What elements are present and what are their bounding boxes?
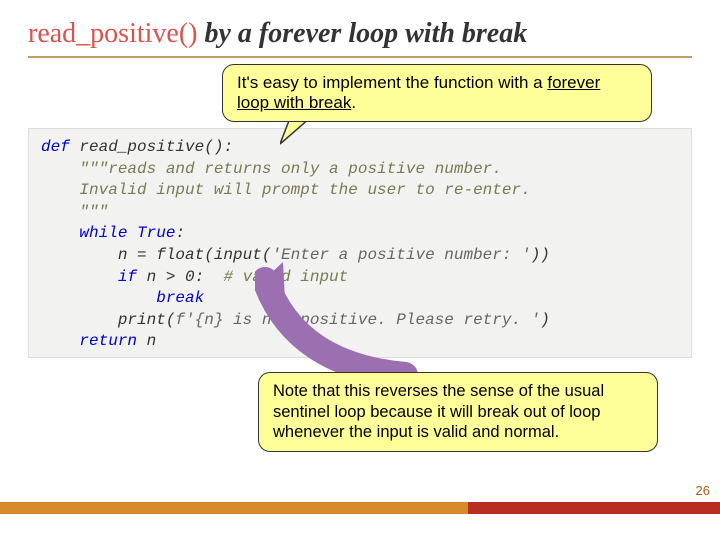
callout-top-tail: . (351, 93, 356, 112)
callout-bottom-text: Note that this reverses the sense of the… (273, 382, 604, 441)
title-underline (28, 56, 692, 58)
slide-title: read_positive() by a forever loop with b… (28, 18, 692, 50)
title-function-name: read_positive() (28, 18, 198, 49)
callout-top-text: It's easy to implement the function with… (237, 73, 547, 92)
callout-bottom: Note that this reverses the sense of the… (258, 372, 658, 452)
pointer-arrow-icon (255, 260, 435, 385)
title-suffix: by a forever loop with break (198, 18, 528, 49)
page-number: 26 (696, 483, 710, 498)
footer-accent-bar (0, 502, 720, 514)
callout-top: It's easy to implement the function with… (222, 64, 652, 122)
slide: read_positive() by a forever loop with b… (0, 0, 720, 540)
